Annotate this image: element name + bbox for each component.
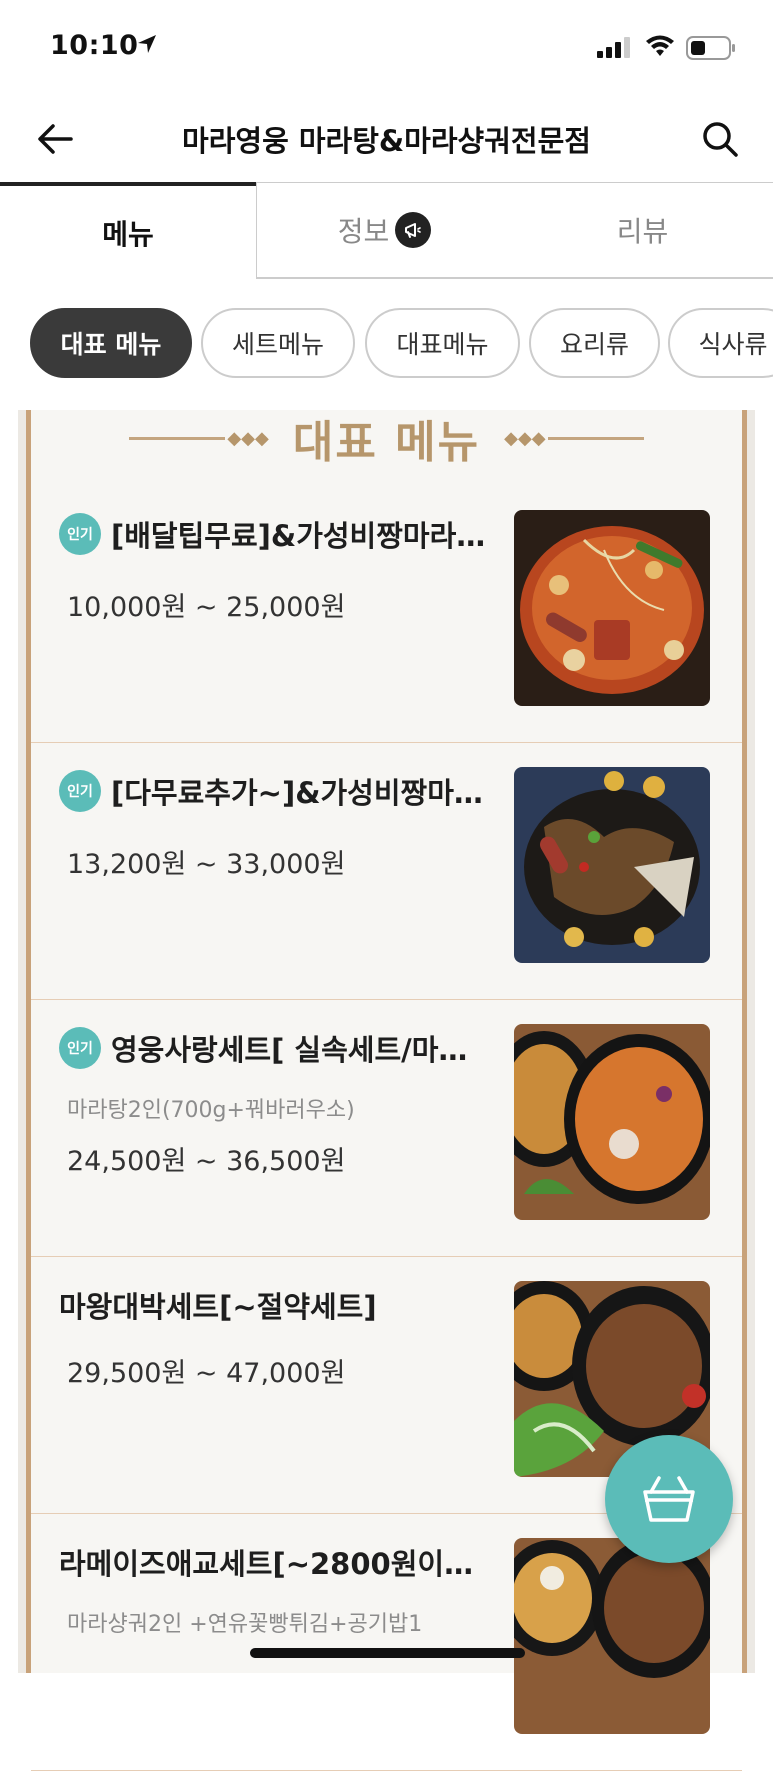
tab-info[interactable]: 정보 (256, 182, 512, 279)
ornament-left: ◆◆◆ (129, 428, 271, 449)
search-icon (703, 122, 738, 157)
wifi-icon (646, 35, 674, 56)
menu-item-price: 29,500원 ~ 47,000원 (67, 1358, 346, 1389)
cart-button[interactable] (605, 1435, 733, 1563)
menu-item-name-row: 마왕대박세트[~절약세트] (59, 1284, 509, 1326)
popular-badge: 인기 (59, 513, 101, 555)
section-title: 대표 메뉴 (292, 417, 481, 468)
top-nav-bar: 마라영웅 마라탕&마라샹궈전문점 (0, 96, 773, 182)
chip-signature-menu-2[interactable]: 대표메뉴 (365, 308, 520, 378)
menu-item-name-row: 인기 [다무료추가~]&가성비짱마… (59, 770, 509, 812)
megaphone-icon (395, 212, 432, 248)
tab-menu-label: 메뉴 (102, 217, 154, 251)
popular-badge: 인기 (59, 770, 101, 812)
section-header: ◆◆◆ 대표 메뉴 ◆◆◆ (31, 406, 742, 470)
menu-item-price: 24,500원 ~ 36,500원 (67, 1146, 346, 1177)
menu-item-name: [다무료추가~]&가성비짱마… (111, 776, 483, 810)
menu-item-photo (514, 1024, 710, 1220)
menu-item-name-row: 라메이즈애교세트[~2800원이… (59, 1541, 509, 1583)
chip-dishes[interactable]: 요리류 (529, 308, 660, 378)
menu-item-name: 마왕대박세트[~절약세트] (59, 1290, 377, 1324)
battery-icon (686, 36, 735, 60)
menu-item-name: 라메이즈애교세트[~2800원이… (59, 1547, 474, 1581)
status-bar: 10:10 (0, 0, 773, 96)
tab-review-label: 리뷰 (616, 215, 669, 248)
category-chip-bar: 대표 메뉴 세트메뉴 대표메뉴 요리류 식사류 (0, 308, 773, 382)
store-title: 마라영웅 마라탕&마라샹궈전문점 (182, 124, 591, 158)
menu-item[interactable]: 인기 [다무료추가~]&가성비짱마… 13,200원 ~ 33,000원 (31, 742, 742, 1000)
popular-badge: 인기 (59, 1027, 101, 1069)
search-button[interactable] (695, 114, 745, 164)
menu-item-price: 10,000원 ~ 25,000원 (67, 592, 346, 623)
ornament-right: ◆◆◆ (502, 428, 644, 449)
menu-item-description: 마라샹궈2인 +연유꽃빵튀김+공기밥1 (67, 1612, 423, 1637)
tab-bar: 메뉴 정보 리뷰 (0, 182, 773, 279)
basket-icon (643, 1476, 695, 1522)
back-button[interactable] (30, 114, 80, 164)
tab-review[interactable]: 리뷰 (512, 182, 773, 279)
chip-signature-menu[interactable]: 대표 메뉴 (30, 308, 192, 378)
menu-item-price: 13,200원 ~ 33,000원 (67, 849, 346, 880)
menu-item-name: 영웅사랑세트[ 실속세트/마… (111, 1033, 468, 1067)
menu-item[interactable]: 인기 영웅사랑세트[ 실속세트/마… 마라탕2인(700g+꿔바러우소) 24,… (31, 999, 742, 1257)
menu-item[interactable]: 인기 [배달팁무료]&가성비짱마라… 10,000원 ~ 25,000원 (31, 485, 742, 743)
menu-item-name-row: 인기 [배달팁무료]&가성비짱마라… (59, 513, 509, 555)
status-time: 10:10 (50, 30, 139, 61)
tab-info-label: 정보 (337, 215, 390, 248)
menu-item-photo (514, 767, 710, 963)
menu-item-photo (514, 510, 710, 706)
menu-item-name: [배달팁무료]&가성비짱마라… (111, 519, 486, 553)
location-arrow-icon (138, 35, 156, 53)
chip-set-menu[interactable]: 세트메뉴 (201, 308, 355, 378)
menu-item-photo (514, 1538, 710, 1734)
cellular-signal-icon (597, 37, 630, 58)
menu-item-description: 마라탕2인(700g+꿔바러우소) (67, 1098, 355, 1123)
home-indicator (250, 1648, 525, 1658)
menu-item-name-row: 인기 영웅사랑세트[ 실속세트/마… (59, 1027, 509, 1069)
tab-menu[interactable]: 메뉴 (0, 182, 256, 279)
arrow-left-icon (38, 124, 73, 154)
chip-meals[interactable]: 식사류 (668, 308, 773, 378)
